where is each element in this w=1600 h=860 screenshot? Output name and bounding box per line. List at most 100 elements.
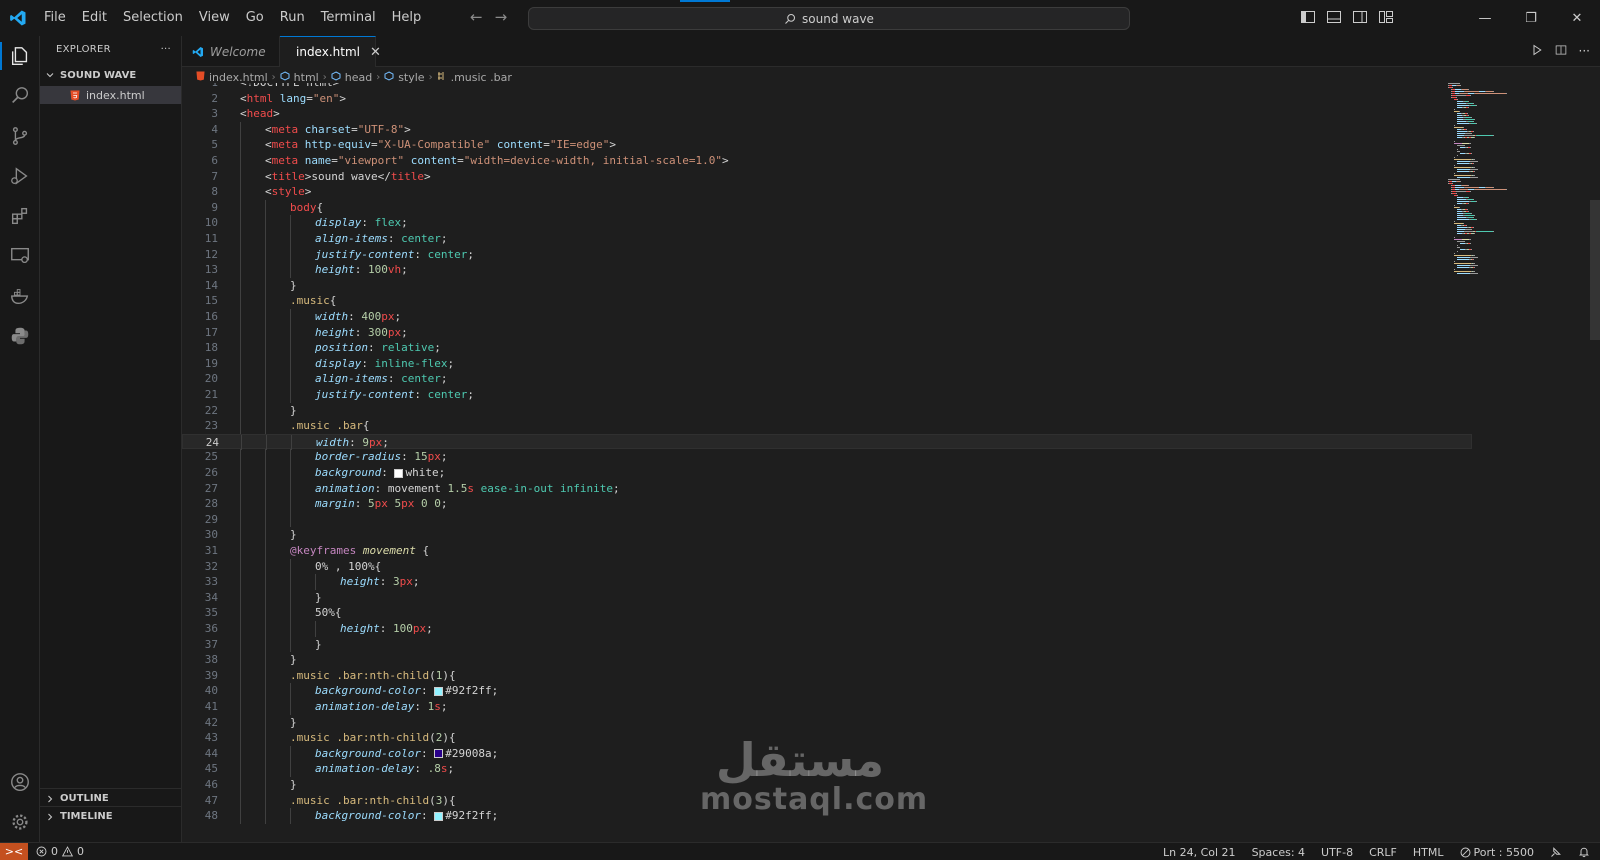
indent-guide bbox=[240, 636, 241, 653]
code-token: background-color bbox=[315, 809, 421, 823]
minimap-mark bbox=[1464, 231, 1473, 232]
code-token: ; bbox=[447, 762, 455, 776]
code-token: content bbox=[490, 138, 544, 152]
menu-view[interactable]: View bbox=[191, 0, 238, 36]
tab-welcome[interactable]: Welcome bbox=[182, 36, 280, 67]
run-icon[interactable] bbox=[1531, 44, 1543, 56]
timeline-section[interactable]: TIMELINE bbox=[40, 806, 182, 826]
search-icon[interactable] bbox=[0, 76, 40, 116]
line-number: 2 bbox=[211, 91, 218, 105]
indent-guide bbox=[265, 480, 266, 497]
toggle-secondary-sidebar-icon[interactable] bbox=[1352, 9, 1368, 25]
indent-guide bbox=[240, 231, 241, 247]
minimap-mark bbox=[1468, 197, 1469, 198]
more-editor-actions-icon[interactable]: ··· bbox=[1579, 44, 1590, 58]
code-token: margin bbox=[315, 497, 355, 511]
back-arrow-icon[interactable]: ← bbox=[470, 8, 483, 26]
code-text: 0% , 100%{ bbox=[315, 559, 381, 575]
menu-go[interactable]: Go bbox=[238, 0, 272, 36]
toggle-panel-icon[interactable] bbox=[1326, 9, 1342, 25]
cursor-position[interactable]: Ln 24, Col 21 bbox=[1163, 846, 1236, 859]
indent-guide bbox=[240, 465, 241, 481]
breadcrumb-item[interactable]: html bbox=[294, 71, 319, 84]
menu-help[interactable]: Help bbox=[384, 0, 430, 36]
code-token: "IE=edge" bbox=[549, 138, 610, 152]
breadcrumb-item[interactable]: head bbox=[345, 71, 372, 84]
manage-gear-icon[interactable] bbox=[0, 802, 40, 842]
indentation[interactable]: Spaces: 4 bbox=[1252, 846, 1305, 859]
minimap-mark bbox=[1472, 177, 1478, 178]
outline-section[interactable]: OUTLINE bbox=[40, 788, 182, 808]
code-text: height: 100px; bbox=[340, 621, 433, 637]
code-token: 100 bbox=[393, 622, 413, 635]
tab-index-html[interactable]: index.html ✕ bbox=[280, 36, 381, 67]
code-line: 33 height: 3px; bbox=[182, 574, 1472, 590]
code-editor[interactable]: 1<!DOCTYPE html>2<html lang="en">3<head>… bbox=[182, 83, 1600, 842]
remote-indicator-icon[interactable]: >< bbox=[0, 842, 28, 860]
explorer-icon[interactable] bbox=[0, 36, 40, 76]
end-of-line[interactable]: CRLF bbox=[1369, 846, 1397, 859]
close-tab-icon[interactable]: ✕ bbox=[370, 45, 381, 60]
breadcrumb-item[interactable]: index.html bbox=[209, 71, 268, 84]
more-actions-icon[interactable]: ··· bbox=[161, 44, 171, 55]
status-bar: >< 0 0 Ln 24, Col 21 Spaces: 4 UTF-8 CRL… bbox=[0, 842, 1600, 860]
remote-explorer-icon[interactable] bbox=[0, 236, 40, 276]
indent-guide bbox=[290, 262, 291, 278]
close-window-icon[interactable]: ✕ bbox=[1554, 0, 1600, 36]
breadcrumb-item[interactable]: .music .bar bbox=[451, 71, 512, 84]
menu-edit[interactable]: Edit bbox=[74, 0, 115, 36]
customize-layout-icon[interactable] bbox=[1378, 9, 1394, 25]
code-line: 3 <head> bbox=[182, 106, 1472, 122]
vertical-scrollbar[interactable] bbox=[1590, 200, 1600, 340]
docker-icon[interactable] bbox=[0, 276, 40, 316]
language-mode[interactable]: HTML bbox=[1413, 846, 1444, 859]
minimap-mark bbox=[1471, 153, 1472, 154]
minimize-icon[interactable]: — bbox=[1462, 0, 1508, 36]
live-server-port[interactable]: Port : 5500 bbox=[1460, 846, 1534, 859]
restore-icon[interactable]: ❐ bbox=[1508, 0, 1554, 36]
code-line: 38} bbox=[182, 652, 1472, 668]
forward-arrow-icon[interactable]: → bbox=[495, 8, 508, 26]
code-line: 4 <meta charset="UTF-8"> bbox=[182, 121, 1472, 138]
python-icon[interactable] bbox=[0, 316, 40, 356]
code-line: 17 height: 300px; bbox=[182, 324, 1472, 341]
menu-terminal[interactable]: Terminal bbox=[313, 0, 384, 36]
minimap-mark bbox=[1457, 177, 1470, 178]
code-token: center bbox=[427, 388, 468, 401]
minimap[interactable] bbox=[1448, 83, 1568, 283]
file-item-index-html[interactable]: index.html bbox=[40, 86, 181, 104]
indent-guide bbox=[240, 761, 241, 777]
color-swatch[interactable] bbox=[434, 749, 444, 759]
accounts-icon[interactable] bbox=[0, 762, 40, 802]
feedback-icon[interactable] bbox=[1550, 846, 1562, 858]
code-text: } bbox=[290, 652, 297, 668]
workspace-folder[interactable]: SOUND WAVE bbox=[40, 64, 181, 86]
code-token: body bbox=[290, 200, 317, 214]
code-token: meta bbox=[271, 154, 299, 167]
menu-file[interactable]: File bbox=[36, 0, 74, 36]
indent-guide bbox=[265, 246, 266, 263]
notifications-bell-icon[interactable] bbox=[1578, 846, 1590, 858]
minimap-mark bbox=[1452, 183, 1453, 184]
menu-run[interactable]: Run bbox=[272, 0, 313, 36]
breadcrumb-item[interactable]: style bbox=[398, 71, 424, 84]
code-token: : bbox=[420, 746, 435, 760]
color-swatch[interactable] bbox=[434, 686, 444, 696]
code-token: head bbox=[246, 107, 274, 121]
minimap-mark bbox=[1457, 135, 1464, 136]
minimap-mark bbox=[1476, 219, 1477, 220]
encoding[interactable]: UTF-8 bbox=[1321, 846, 1353, 859]
code-token: : bbox=[414, 762, 428, 776]
toggle-primary-sidebar-icon[interactable] bbox=[1300, 9, 1316, 25]
minimap-mark bbox=[1460, 181, 1461, 182]
color-swatch[interactable] bbox=[394, 468, 404, 478]
menu-selection[interactable]: Selection bbox=[115, 0, 191, 36]
command-center-search[interactable]: sound wave bbox=[528, 7, 1130, 30]
problems-indicator[interactable]: 0 0 bbox=[28, 845, 84, 858]
source-control-icon[interactable] bbox=[0, 116, 40, 156]
color-swatch[interactable] bbox=[434, 811, 444, 821]
extensions-icon[interactable] bbox=[0, 196, 40, 236]
split-editor-icon[interactable] bbox=[1555, 44, 1567, 56]
run-debug-icon[interactable] bbox=[0, 156, 40, 196]
code-token: 5 bbox=[368, 497, 375, 511]
